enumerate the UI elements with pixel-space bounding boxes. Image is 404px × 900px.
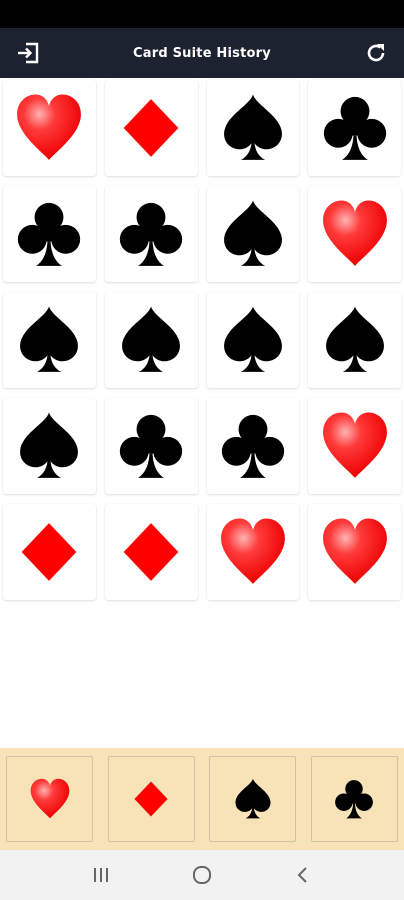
history-card-spade [308, 292, 401, 388]
spade-suit-icon [20, 412, 79, 478]
spade-suit-icon [325, 306, 384, 372]
club-suit-button[interactable] [310, 756, 398, 842]
history-grid [0, 78, 404, 602]
history-card-diamond [104, 504, 198, 600]
spade-suit-icon [223, 200, 282, 266]
spade-suit-button[interactable] [209, 756, 297, 842]
system-nav-bar [0, 850, 404, 900]
diamond-suit-icon [123, 523, 179, 581]
history-card-diamond [104, 80, 198, 176]
back-icon[interactable] [283, 855, 323, 895]
app-bar: Card Suite History [0, 28, 404, 78]
history-card-heart [3, 80, 96, 176]
history-card-heart [206, 504, 300, 600]
history-card-spade [206, 292, 300, 388]
spade-suit-icon [223, 94, 282, 160]
history-card-club [206, 398, 300, 494]
heart-suit-icon [322, 518, 387, 584]
spade-suit-icon [223, 306, 282, 372]
history-card-heart [308, 504, 401, 600]
diamond-suit-icon [123, 99, 179, 157]
refresh-icon[interactable] [362, 39, 390, 67]
heart-suit-icon [322, 200, 387, 266]
history-card-spade [206, 186, 300, 282]
history-card-club [104, 398, 198, 494]
history-card-spade [3, 398, 96, 494]
heart-suit-icon [30, 778, 69, 819]
history-card-club [3, 186, 96, 282]
history-card-spade [3, 292, 96, 388]
heart-suit-icon [322, 412, 387, 478]
heart-suit-button[interactable] [6, 756, 93, 842]
history-card-heart [308, 398, 401, 494]
recents-icon[interactable] [81, 855, 121, 895]
suit-selector-panel [0, 748, 404, 850]
diamond-suit-button[interactable] [107, 756, 195, 842]
exit-icon[interactable] [14, 39, 42, 67]
heart-suit-icon [220, 518, 285, 584]
history-card-spade [104, 292, 198, 388]
history-card-diamond [3, 504, 96, 600]
history-card-club [308, 80, 401, 176]
spade-suit-icon [235, 778, 271, 819]
history-card-club [104, 186, 198, 282]
history-card-spade [206, 80, 300, 176]
club-suit-icon [335, 780, 374, 819]
home-icon[interactable] [182, 855, 222, 895]
heart-suit-icon [17, 94, 82, 160]
diamond-suit-icon [134, 781, 168, 817]
history-card-heart [308, 186, 401, 282]
diamond-suit-icon [22, 523, 77, 581]
spade-suit-icon [122, 306, 181, 372]
club-suit-icon [18, 202, 81, 266]
club-suit-icon [119, 202, 183, 266]
club-suit-icon [323, 96, 386, 160]
spade-suit-icon [20, 306, 79, 372]
status-bar [0, 0, 404, 28]
page-title: Card Suite History [133, 45, 271, 61]
club-suit-icon [119, 414, 183, 478]
club-suit-icon [221, 414, 285, 478]
